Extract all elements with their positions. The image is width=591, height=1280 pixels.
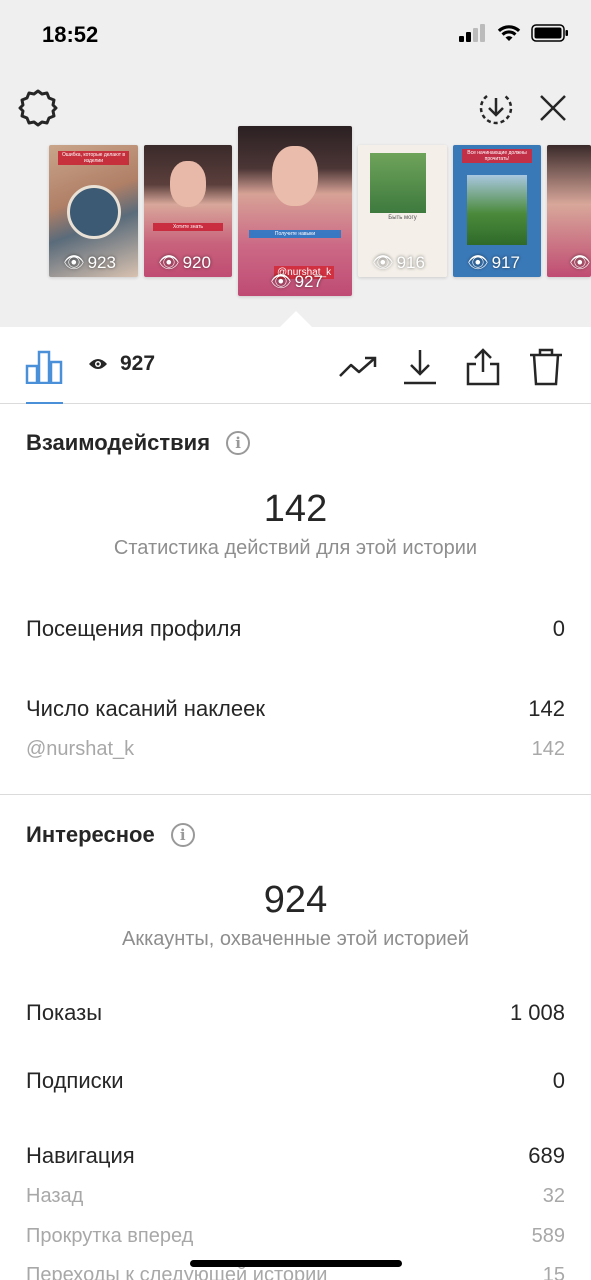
eye-icon: 👁 [270, 272, 292, 291]
eye-icon: 👁 [569, 253, 591, 272]
stat-row: Число касаний наклеек 142 [26, 696, 565, 722]
close-icon [540, 95, 566, 121]
stat-value: 0 [552, 1068, 565, 1093]
thumbnail-caption: Хотите знать [152, 223, 224, 231]
tab-insights[interactable] [22, 345, 66, 389]
eye-icon: 👁 [63, 253, 85, 272]
info-icon[interactable]: i [170, 823, 195, 847]
views-value: 927 [120, 352, 156, 375]
signal-icon [459, 24, 485, 42]
stat-value: 15 [542, 1264, 565, 1280]
story-thumbnail[interactable]: Ошибка, которые делают в изделии 👁 923 [49, 145, 138, 277]
thumbnail-views: 👁 927 [270, 272, 323, 291]
interactions-total-label: Статистика действий для этой истории [113, 537, 478, 559]
section-divider [0, 794, 591, 795]
delete-button[interactable] [524, 345, 568, 389]
eye-icon: 👁 [372, 253, 394, 272]
selected-pointer [280, 311, 312, 327]
status-bar: 18:52 [0, 0, 591, 72]
interactions-title: Взаимодействия [26, 430, 211, 455]
thumbnail-views: 👁 920 [158, 253, 211, 272]
stat-label: Показы [26, 1000, 103, 1025]
trash-icon [530, 348, 562, 386]
stat-value: 689 [528, 1143, 565, 1168]
share-button[interactable] [461, 345, 505, 389]
stat-subrow: @nurshat_k 142 [26, 738, 565, 761]
stat-row: Показы 1 008 [26, 1000, 565, 1026]
download-icon [404, 350, 436, 385]
stat-label: @nurshat_k [26, 738, 135, 760]
circle-download-icon [479, 95, 513, 125]
stat-value: 0 [552, 616, 565, 641]
wifi-icon [497, 25, 521, 41]
interactions-total: 142 [263, 488, 328, 530]
thumbnail-views: 👁 [569, 253, 591, 273]
thumbnail-caption: Получите навыки [249, 230, 341, 238]
thumbnail-caption: Быть могу [388, 215, 417, 221]
stat-label: Навигация [26, 1143, 135, 1168]
active-tab-indicator [26, 402, 63, 404]
stat-value: 32 [542, 1185, 565, 1207]
stat-subrow: Назад 32 [26, 1185, 565, 1208]
close-button[interactable] [531, 86, 575, 130]
interactions-section-title: Взаимодействия i [26, 430, 251, 456]
status-time: 18:52 [42, 22, 99, 47]
settings-button[interactable] [16, 86, 60, 130]
discovery-total-label: Аккаунты, охваченные этой историей [122, 928, 469, 950]
discovery-total: 924 [263, 879, 328, 921]
promote-button[interactable] [336, 345, 380, 389]
eye-icon: 👁 [158, 253, 180, 272]
eye-icon: 👁 [467, 253, 489, 272]
stat-value: 142 [531, 738, 565, 760]
download-all-button[interactable] [474, 86, 518, 130]
stat-value: 142 [528, 696, 565, 721]
story-thumbnail-selected[interactable]: Получите навыки @nurshat_k 👁 927 [238, 126, 352, 296]
story-thumbnail[interactable]: 👁 [547, 145, 591, 277]
info-icon[interactable]: i [226, 431, 251, 455]
stat-value: 1 008 [509, 1000, 565, 1025]
stat-value: 589 [531, 1225, 565, 1247]
thumbnail-views: 👁 917 [467, 253, 520, 272]
share-icon [466, 348, 500, 386]
stat-subrow: Прокрутка вперед 589 [26, 1225, 565, 1248]
stat-label: Прокрутка вперед [26, 1225, 194, 1247]
views-count: 927 [88, 352, 155, 376]
thumbnail-caption: Ошибка, которые делают в изделии [57, 151, 130, 165]
stat-label: Число касаний наклеек [26, 696, 265, 721]
story-thumbnail[interactable]: Все начинающие должны прочитать! 👁 917 [453, 145, 541, 277]
eye-icon [89, 359, 107, 369]
stat-row: Подписки 0 [26, 1068, 565, 1094]
discovery-title: Интересное [26, 822, 155, 847]
stat-label: Подписки [26, 1068, 124, 1093]
thumbnail-caption: Все начинающие должны прочитать! [461, 149, 533, 163]
home-indicator[interactable] [190, 1260, 402, 1267]
stat-label: Назад [26, 1185, 84, 1207]
story-thumbnail[interactable]: Быть могу 👁 916 [358, 145, 447, 277]
trending-up-icon [339, 356, 377, 377]
stat-row: Посещения профиля 0 [26, 616, 565, 642]
thumbnail-views: 👁 916 [372, 253, 425, 272]
status-icons [459, 24, 569, 42]
story-thumbnail[interactable]: Хотите знать 👁 920 [144, 145, 232, 277]
discovery-section-title: Интересное i [26, 822, 195, 848]
bar-chart-icon [25, 350, 63, 384]
thumbnail-views: 👁 923 [63, 253, 116, 272]
stat-label: Посещения профиля [26, 616, 242, 641]
gear-icon [18, 89, 58, 127]
save-button[interactable] [398, 345, 442, 389]
stat-row: Навигация 689 [26, 1143, 565, 1169]
battery-icon [531, 24, 568, 42]
